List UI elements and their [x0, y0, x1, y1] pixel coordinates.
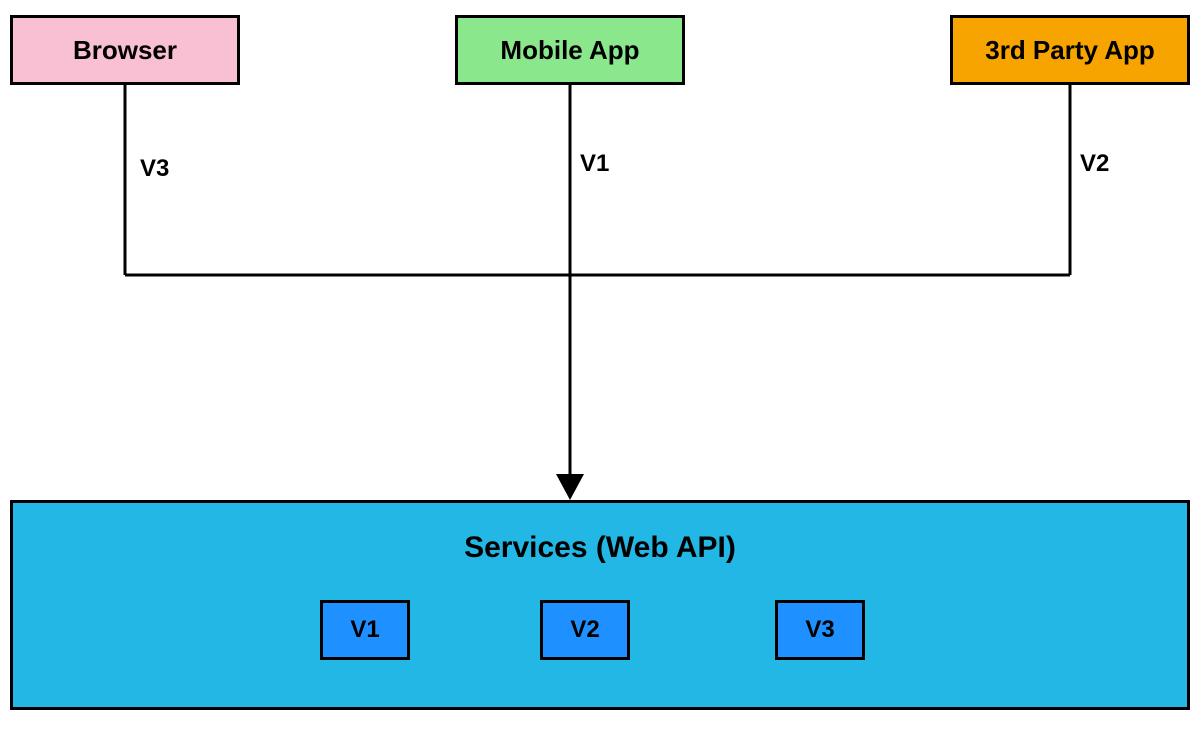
- service-version-v2-label: V2: [570, 616, 599, 643]
- services-title: Services (Web API): [464, 531, 736, 564]
- client-box-thirdparty: 3rd Party App: [950, 15, 1190, 85]
- diagram-canvas: Browser Mobile App 3rd Party App V3 V1 V…: [0, 0, 1200, 731]
- service-version-v3-label: V3: [805, 616, 834, 643]
- service-version-v3: V3: [775, 600, 865, 660]
- client-box-browser: Browser: [10, 15, 240, 85]
- edge-label-mobile-version: V1: [580, 150, 609, 178]
- service-version-v2: V2: [540, 600, 630, 660]
- client-mobile-label: Mobile App: [500, 35, 639, 65]
- client-box-mobile: Mobile App: [455, 15, 685, 85]
- edge-label-browser-version: V3: [140, 155, 169, 183]
- edge-label-thirdparty-version: V2: [1080, 150, 1109, 178]
- service-version-v1: V1: [320, 600, 410, 660]
- client-browser-label: Browser: [73, 35, 177, 65]
- client-thirdparty-label: 3rd Party App: [985, 35, 1155, 65]
- service-version-v1-label: V1: [350, 616, 379, 643]
